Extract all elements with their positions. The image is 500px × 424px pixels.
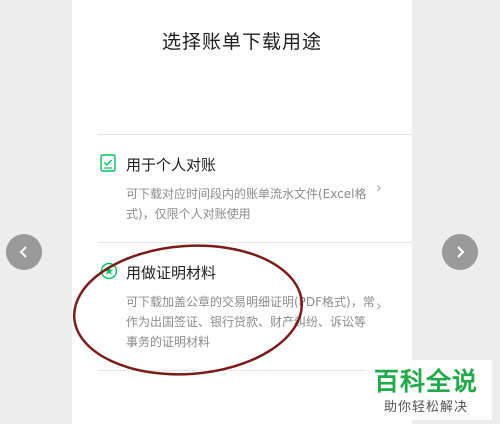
chevron-right-icon: › (375, 178, 382, 197)
option-description: 可下载对应时间段内的账单流水文件(Excel格式)，仅限个人对账使用 (126, 187, 367, 221)
option-title: 用做证明材料 (126, 264, 217, 282)
next-button[interactable] (442, 234, 478, 270)
seal-icon (100, 262, 118, 280)
divider (98, 370, 412, 371)
divider (98, 242, 412, 243)
option-personal-reconciliation[interactable]: 用于个人对账 可下载对应时间段内的账单流水文件(Excel格式)，仅限个人对账使… (98, 150, 412, 240)
watermark-subtitle: 助你轻松解决 (384, 400, 469, 415)
option-proof-material[interactable]: 用做证明材料 可下载加盖公章的交易明细证明(PDF格式)，常作为出国签证、银行贷… (98, 258, 412, 368)
option-title: 用于个人对账 (126, 156, 217, 174)
previous-button[interactable] (6, 234, 42, 270)
dialog-title: 选择账单下载用途 (161, 31, 322, 53)
watermark-title: 百科全说 (374, 367, 479, 396)
chevron-right-icon (457, 246, 465, 258)
purpose-dialog: 选择账单下载用途 用于个人对账 可下载对应时间段内的账单流水文件(Excel格式… (72, 0, 412, 424)
checklist-icon (100, 154, 116, 172)
chevron-left-icon (19, 246, 27, 258)
watermark: 百科全说 助你轻松解决 (366, 360, 492, 420)
divider (98, 134, 412, 135)
option-description: 可下载加盖公章的交易明细证明(PDF格式)，常作为出国签证、银行贷款、财产纠纷、… (126, 295, 375, 349)
chevron-right-icon: › (375, 296, 382, 315)
